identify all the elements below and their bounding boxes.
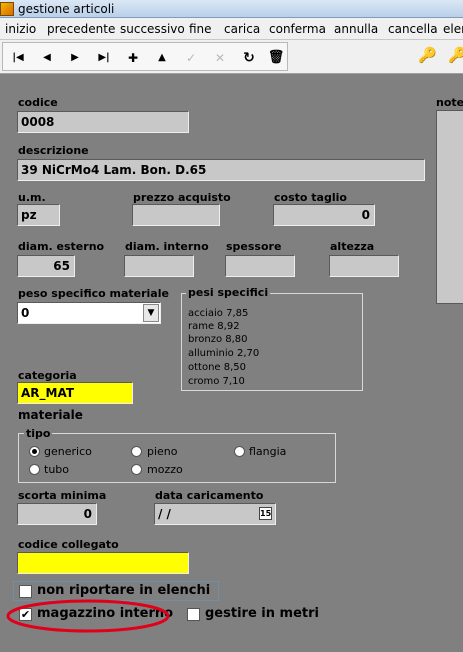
pesi-specifici-box: acciaio 7,85 rame 8,92 bronzo 8,80 allum… — [181, 293, 363, 391]
codice-collegato-field[interactable] — [17, 552, 189, 574]
um-field[interactable]: pz — [17, 204, 60, 226]
diam-esterno-field[interactable]: 65 — [17, 255, 75, 277]
tipo-title: tipo — [24, 427, 53, 440]
gestire-in-metri-label: gestire in metri — [205, 606, 319, 621]
toolbar: |◀ ◀ ▶ ▶| ✚ ▲ ✓ ✕ ↻ 🗑 🔑 🔑 — [0, 40, 463, 74]
data-caricamento-label: data caricamento — [155, 489, 264, 502]
nav-toolbar-group: |◀ ◀ ▶ ▶| ✚ ▲ ✓ ✕ ↻ 🗑 — [2, 42, 288, 71]
categoria-field[interactable]: AR_MAT — [17, 382, 133, 404]
data-caricamento-value: / / — [158, 507, 171, 521]
cancel-icon[interactable]: ✕ — [210, 48, 230, 68]
menu-carica[interactable]: carica — [224, 22, 260, 36]
menu-annulla[interactable]: annulla — [334, 22, 378, 36]
menu-elenco[interactable]: elen — [443, 22, 463, 36]
altezza-field[interactable] — [329, 255, 399, 277]
app-icon — [0, 2, 14, 16]
radio-flangia[interactable] — [234, 446, 245, 457]
note-textarea[interactable] — [436, 110, 463, 304]
altezza-label: altezza — [330, 240, 375, 253]
peso-specifico-value: 0 — [21, 306, 30, 320]
scorta-minima-label: scorta minima — [18, 489, 107, 502]
pesi-row: rame 8,92 — [188, 321, 240, 332]
radio-pieno[interactable] — [131, 446, 142, 457]
prezzo-acquisto-label: prezzo acquisto — [133, 191, 231, 204]
descrizione-field[interactable]: 39 NiCrMo4 Lam. Bon. D.65 — [17, 159, 425, 181]
menu-cancella[interactable]: cancella — [388, 22, 438, 36]
trash-icon[interactable]: 🗑 — [266, 48, 286, 68]
codice-collegato-label: codice collegato — [18, 538, 119, 551]
categoria-label: categoria — [18, 369, 77, 382]
window-title: gestione articoli — [18, 2, 115, 16]
scorta-minima-field[interactable]: 0 — [17, 503, 97, 525]
radio-tubo-label: tubo — [44, 463, 69, 476]
codice-label: codice — [18, 96, 58, 109]
refresh-icon[interactable]: ↻ — [239, 48, 259, 68]
pesi-specifici-title: pesi specifici — [186, 286, 271, 299]
radio-mozzo-label: mozzo — [147, 463, 183, 476]
pesi-row: alluminio 2,70 — [188, 348, 260, 359]
diam-interno-label: diam. interno — [125, 240, 209, 253]
um-label: u.m. — [18, 191, 46, 204]
key-icon-2[interactable]: 🔑 — [448, 46, 463, 64]
title-bar: gestione articoli — [0, 0, 463, 18]
diam-interno-field[interactable] — [124, 255, 194, 277]
diam-esterno-label: diam. esterno — [18, 240, 105, 253]
radio-mozzo[interactable] — [131, 464, 142, 475]
radio-pieno-label: pieno — [147, 445, 178, 458]
descrizione-label: descrizione — [18, 144, 89, 157]
calendar-icon[interactable]: 15 — [259, 507, 272, 520]
data-caricamento-field[interactable]: / / 15 — [154, 503, 276, 525]
menu-fine[interactable]: fine — [189, 22, 212, 36]
gestire-in-metri-checkbox[interactable] — [187, 608, 200, 621]
radio-flangia-label: flangia — [249, 445, 287, 458]
add-record-icon[interactable]: ✚ — [123, 48, 143, 68]
menu-inizio[interactable]: inizio — [5, 22, 36, 36]
materiale-heading: materiale — [18, 408, 83, 422]
spessore-field[interactable] — [225, 255, 295, 277]
pesi-row: cromo 7,10 — [188, 376, 245, 387]
next-record-icon[interactable]: ▶ — [65, 48, 85, 68]
previous-record-icon[interactable]: ◀ — [37, 48, 57, 68]
pesi-row: acciaio 7,85 — [188, 308, 249, 319]
menu-successivo[interactable]: successivo — [120, 22, 185, 36]
first-record-icon[interactable]: |◀ — [8, 48, 28, 68]
menu-precedente[interactable]: precedente — [47, 22, 115, 36]
menu-bar: inizio precedente successivo fine carica… — [0, 18, 463, 40]
pesi-row: ottone 8,50 — [188, 362, 247, 373]
note-label: note — [436, 96, 463, 109]
chevron-down-icon[interactable]: ▼ — [143, 304, 159, 322]
pesi-row: bronzo 8,80 — [188, 334, 248, 345]
peso-specifico-label: peso specifico materiale — [18, 287, 169, 300]
menu-conferma[interactable]: conferma — [269, 22, 326, 36]
move-up-icon[interactable]: ▲ — [152, 48, 172, 68]
costo-taglio-label: costo taglio — [274, 191, 347, 204]
annotation-ellipse — [6, 599, 170, 633]
codice-field[interactable]: 0008 — [17, 111, 189, 133]
last-record-icon[interactable]: ▶| — [94, 48, 114, 68]
spessore-label: spessore — [226, 240, 282, 253]
peso-specifico-dropdown[interactable]: 0 ▼ — [17, 302, 161, 324]
radio-generico-label: generico — [44, 445, 92, 458]
prezzo-acquisto-field[interactable] — [132, 204, 220, 226]
costo-taglio-field[interactable]: 0 — [273, 204, 375, 226]
radio-tubo[interactable] — [29, 464, 40, 475]
key-icon[interactable]: 🔑 — [418, 46, 437, 64]
radio-generico[interactable] — [29, 446, 40, 457]
confirm-icon[interactable]: ✓ — [181, 48, 201, 68]
